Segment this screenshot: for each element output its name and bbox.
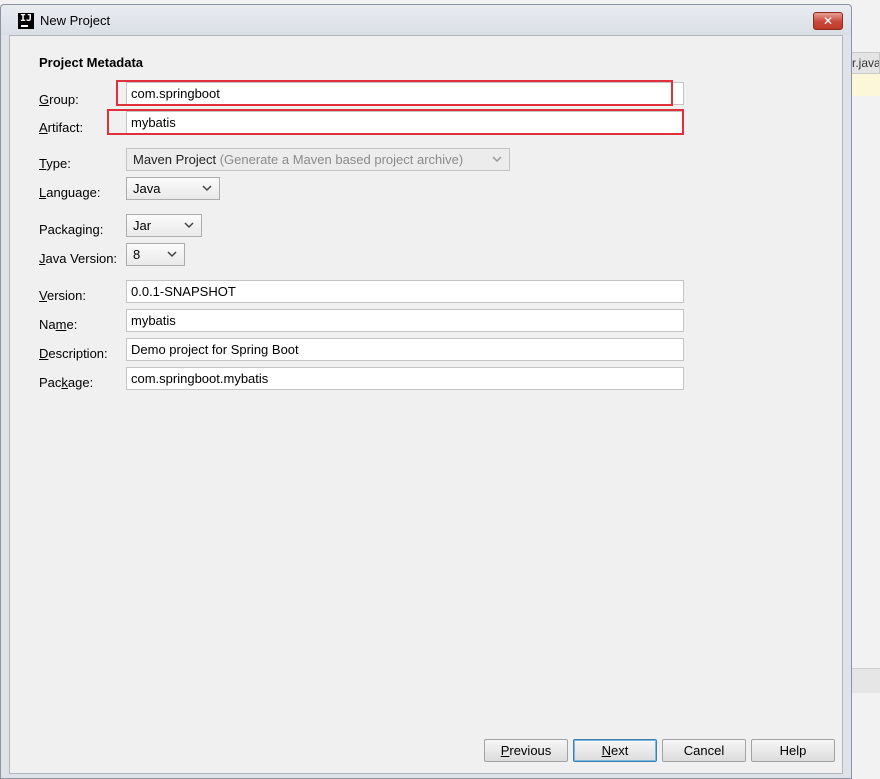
description-label-rest: escription:	[48, 346, 108, 361]
artifact-label-rest: rtifact:	[47, 120, 84, 135]
type-label: Type:	[39, 156, 71, 171]
package-label: Package:	[39, 375, 94, 390]
packaging-select[interactable]: Jar	[126, 214, 202, 237]
next-button-rest: ext	[611, 743, 629, 758]
close-button[interactable]: ✕	[813, 12, 843, 30]
chevron-down-icon	[492, 156, 502, 163]
background-editor-line	[848, 74, 880, 96]
type-label-rest: ype:	[46, 156, 71, 171]
next-button[interactable]: Next	[573, 739, 657, 762]
previous-button-rest: revious	[509, 743, 552, 758]
name-field[interactable]: mybatis	[126, 309, 684, 332]
name-label: Name:	[39, 317, 78, 332]
description-field[interactable]: Demo project for Spring Boot	[126, 338, 684, 361]
chevron-down-icon	[167, 251, 177, 258]
language-label: Language:	[39, 185, 101, 200]
dialog-content: Project Metadata Group: com.springboot A…	[9, 35, 843, 774]
language-select[interactable]: Java	[126, 177, 220, 200]
previous-button[interactable]: Previous	[484, 739, 568, 762]
java-version-select-value: 8	[133, 247, 141, 262]
packaging-label: Packaging:	[39, 222, 104, 237]
type-select[interactable]: Maven Project (Generate a Maven based pr…	[126, 148, 510, 171]
cancel-button[interactable]: Cancel	[662, 739, 746, 762]
java-version-label-rest: ava Version:	[45, 251, 118, 266]
chevron-down-icon	[202, 185, 212, 192]
packaging-label-a: Packa	[39, 222, 76, 237]
group-label-rest: roup:	[49, 92, 79, 107]
chevron-down-icon	[184, 222, 194, 229]
window-title: New Project	[40, 13, 111, 28]
new-project-dialog: IJ New Project ✕ Project Metadata Group:…	[0, 4, 852, 779]
type-select-hint: (Generate a Maven based project archive)	[219, 152, 464, 167]
intellij-app-icon: IJ	[18, 13, 34, 29]
java-version-select[interactable]: 8	[126, 243, 185, 266]
package-label-b: age:	[67, 375, 94, 390]
name-label-b: e:	[66, 317, 78, 332]
language-label-rest: anguage:	[46, 185, 101, 200]
package-label-a: Pac	[39, 375, 62, 390]
version-label-rest: ersion:	[46, 288, 86, 303]
artifact-label: Artifact:	[39, 120, 84, 135]
help-button[interactable]: Help	[751, 739, 835, 762]
package-field[interactable]: com.springboot.mybatis	[126, 367, 684, 390]
artifact-highlight-box	[107, 109, 684, 135]
version-field[interactable]: 0.0.1-SNAPSHOT	[126, 280, 684, 303]
section-title: Project Metadata	[39, 55, 144, 70]
group-highlight-box	[116, 80, 673, 106]
title-bar[interactable]: IJ New Project ✕	[1, 5, 851, 35]
group-label: Group:	[39, 92, 79, 107]
language-select-value: Java	[133, 181, 161, 196]
type-select-value: Maven Project	[133, 152, 217, 167]
packaging-select-value: Jar	[133, 218, 152, 233]
version-label: Version:	[39, 288, 86, 303]
description-label: Description:	[39, 346, 108, 361]
background-editor-tab[interactable]: r.java	[848, 52, 880, 74]
packaging-label-b: ing:	[82, 222, 104, 237]
name-label-a: Na	[39, 317, 56, 332]
java-version-label: Java Version:	[39, 251, 118, 266]
